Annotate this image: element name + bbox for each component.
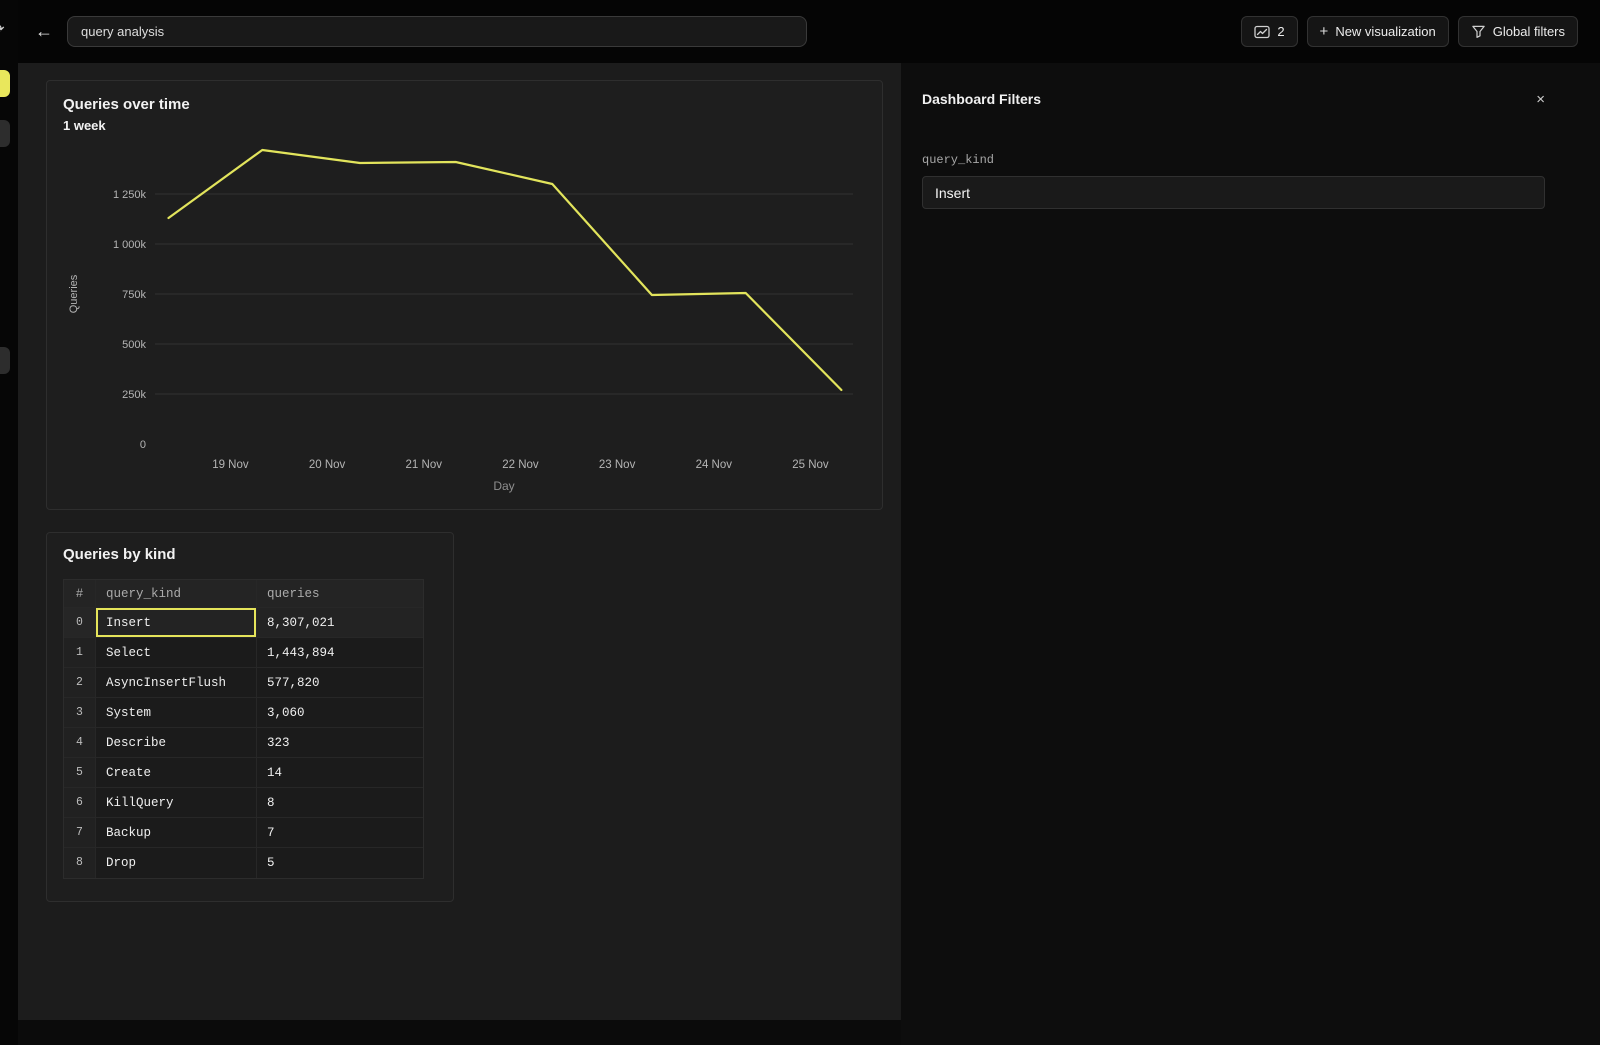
y-tick-label: 250k [122,389,146,401]
new-visualization-button[interactable]: + New visualization [1307,16,1449,47]
table-cell[interactable]: 8 [257,788,423,818]
table-cell[interactable]: 14 [257,758,423,788]
app-root: ⟳ ← 2 + New visualization [0,0,1600,1045]
sidebar-item[interactable] [0,120,10,147]
y-axis-label: Queries [68,274,80,313]
chart-title: Queries over time [63,95,866,115]
content-row: Queries over time 1 week 0 250k 500k 750k 1 … [18,63,1600,1045]
table-cell[interactable]: Insert [96,608,257,638]
y-tick-label: 0 [140,439,146,451]
table-cell[interactable]: Drop [96,848,257,878]
table-header-queries: queries [257,580,423,608]
row-index-cell[interactable]: 1 [64,638,96,668]
filters-panel-title: Dashboard Filters [922,91,1041,107]
row-index-cell[interactable]: 6 [64,788,96,818]
queries-by-kind-card: Queries by kind #query_kindqueries 0Inser… [46,532,454,902]
chart-frame-icon [1254,25,1270,39]
table-cell[interactable]: Backup [96,818,257,848]
sidebar-item-active[interactable] [0,70,10,97]
row-index-cell[interactable]: 8 [64,848,96,878]
x-axis-label: Day [493,479,514,493]
queries-over-time-chart[interactable]: 0 250k 500k 750k 1 000k 1 250k 19 Nov 20 Nov 21 … [63,136,869,504]
row-index-cell[interactable]: 7 [64,818,96,848]
table-header-index: # [64,580,96,608]
table-cell[interactable]: Create [96,758,257,788]
table-cell[interactable]: 8,307,021 [257,608,423,638]
y-tick-label: 500k [122,339,146,351]
visualization-count: 2 [1277,24,1284,39]
x-tick-label: 25 Nov [792,459,829,471]
topbar: ← 2 + New visualization [18,0,1600,63]
table-cell[interactable]: 577,820 [257,668,423,698]
y-tick-label: 750k [122,289,146,301]
sidebar-item[interactable] [0,347,10,374]
table-cell[interactable]: 7 [257,818,423,848]
query-kind-filter-label: query_kind [922,153,1545,167]
x-tick-label: 23 Nov [599,459,636,471]
plus-icon: + [1320,24,1329,39]
table-cell[interactable]: 1,443,894 [257,638,423,668]
main-column: ← 2 + New visualization [18,0,1600,1045]
row-index-cell[interactable]: 2 [64,668,96,698]
visualization-count-button[interactable]: 2 [1241,16,1297,47]
dashboard-canvas-inner: Queries over time 1 week 0 250k 500k 750k 1 … [18,63,901,1020]
x-tick-label: 24 Nov [696,459,733,471]
table-cell[interactable]: Select [96,638,257,668]
queries-by-kind-table: #query_kindqueries 0Insert8,307,021 1Selec… [63,579,424,879]
x-tick-label: 20 Nov [309,459,346,471]
table-cell[interactable]: 5 [257,848,423,878]
table-header-kind: query_kind [96,580,257,608]
chart-line-queries [169,150,842,390]
y-tick-label: 1 250k [113,189,147,201]
table-cell[interactable]: 323 [257,728,423,758]
chart-subtitle: 1 week [63,117,866,134]
new-visualization-label: New visualization [1335,24,1435,39]
dashboard-canvas: Queries over time 1 week 0 250k 500k 750k 1 … [18,63,901,1045]
funnel-icon [1471,24,1486,39]
filters-panel-header: Dashboard Filters × [922,91,1545,107]
row-index-cell[interactable]: 3 [64,698,96,728]
global-filters-button[interactable]: Global filters [1458,16,1578,47]
table-cell[interactable]: KillQuery [96,788,257,818]
x-tick-label: 19 Nov [212,459,249,471]
table-cell[interactable]: System [96,698,257,728]
table-title: Queries by kind [63,545,437,565]
table-cell[interactable]: Describe [96,728,257,758]
table-cell[interactable]: 3,060 [257,698,423,728]
row-index-cell[interactable]: 4 [64,728,96,758]
global-filters-label: Global filters [1493,24,1565,39]
left-sidebar: ⟳ [0,0,18,1045]
query-kind-filter-input[interactable] [922,176,1545,209]
dashboard-name-input[interactable] [67,16,807,47]
y-tick-label: 1 000k [113,239,147,251]
back-button[interactable]: ← [30,18,58,46]
x-tick-label: 21 Nov [406,459,443,471]
dashboard-filters-panel: Dashboard Filters × query_kind [901,63,1600,1045]
queries-over-time-card: Queries over time 1 week 0 250k 500k 750k 1 … [46,80,883,510]
close-icon[interactable]: × [1536,92,1545,107]
table-cell[interactable]: AsyncInsertFlush [96,668,257,698]
refresh-icon[interactable]: ⟳ [0,20,5,38]
row-index-cell[interactable]: 5 [64,758,96,788]
row-index-cell[interactable]: 0 [64,608,96,638]
x-tick-label: 22 Nov [502,459,539,471]
